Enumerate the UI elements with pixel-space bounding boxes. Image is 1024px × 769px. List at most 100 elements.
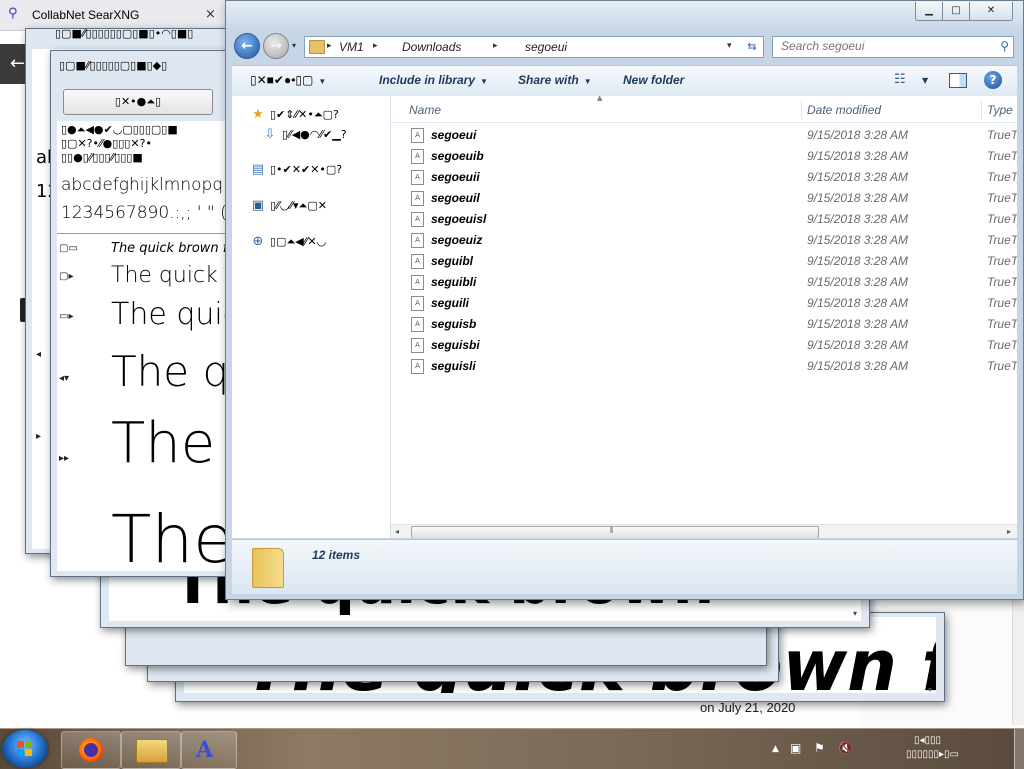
file-row[interactable]: Aseguibli 9/15/2018 3:28 AM TrueType — [391, 271, 1017, 292]
file-row[interactable]: Asegoeuisl 9/15/2018 3:28 AM TrueType — [391, 208, 1017, 229]
explorer-window[interactable]: ▁ □ ✕ ← → ▾ ▸ VM1 ▸ Downloads ▸ segoeui … — [225, 0, 1024, 600]
scroll-down-icon[interactable]: ▾ — [928, 685, 932, 694]
search-icon[interactable]: ⚲ — [1000, 39, 1009, 53]
breadcrumb-separator-icon[interactable]: ▸ — [493, 41, 498, 51]
nav-item-label: ▯⁄⁄◀●◠⁄⁄✔▁? — [282, 128, 347, 141]
change-view-icon[interactable]: ☷ — [894, 72, 906, 87]
file-name: segoeui — [431, 128, 477, 142]
share-with-menu[interactable]: Share with ▼ — [518, 73, 592, 87]
file-row[interactable]: Asegoeuib 9/15/2018 3:28 AM TrueType — [391, 145, 1017, 166]
column-header-date-modified[interactable]: Date modified — [807, 103, 881, 117]
file-type: TrueType — [987, 317, 1017, 331]
recent-pages-dropdown-icon[interactable]: ▾ — [292, 41, 296, 50]
nav-item-label: ▯•✔✕✔✕•▢? — [270, 163, 343, 176]
show-desktop-button[interactable] — [1014, 729, 1024, 769]
file-row[interactable]: Asegoeuil 9/15/2018 3:28 AM TrueType — [391, 187, 1017, 208]
size-icon: ▭▸ — [59, 311, 74, 322]
file-date-modified: 9/15/2018 3:28 AM — [807, 191, 908, 205]
include-in-library-menu[interactable]: Include in library ▼ — [379, 73, 488, 87]
column-divider[interactable] — [981, 100, 982, 120]
star-icon: ★ — [252, 107, 264, 122]
breadcrumb-separator-icon[interactable]: ▸ — [373, 41, 378, 51]
clock-date[interactable]: ▯▯▯▯▯▯▸▯▭ — [906, 749, 959, 760]
font-viewer-icon: A — [196, 737, 214, 763]
maximize-button[interactable]: □ — [942, 2, 970, 21]
start-button[interactable] — [2, 730, 48, 768]
breadcrumb-separator-icon[interactable]: ▸ — [327, 41, 332, 51]
address-bar[interactable]: ▸ VM1 ▸ Downloads ▸ segoeui ▾ ⇆ — [304, 36, 764, 58]
file-row[interactable]: Aseguili 9/15/2018 3:28 AM TrueType — [391, 292, 1017, 313]
search-box[interactable]: ⚲ — [772, 36, 1014, 58]
column-header-name[interactable]: Name — [409, 103, 441, 117]
arrow-right-icon[interactable]: ▸ — [36, 431, 41, 442]
file-date-modified: 9/15/2018 3:28 AM — [807, 359, 908, 373]
volume-muted-icon[interactable]: 🔇 — [838, 741, 853, 755]
nav-item-favorites[interactable]: ★ ▯✔⇕⁄⁄✕•⏶▢? — [232, 105, 390, 125]
scrollbar-thumb[interactable]: ⦀ — [411, 526, 819, 538]
organize-menu[interactable]: ▯✕■✔●•▯▢ ▼ — [250, 73, 326, 87]
horizontal-scrollbar[interactable]: ◂ ⦀ ▸ — [391, 524, 1017, 538]
file-row[interactable]: Aseguisbi 9/15/2018 3:28 AM TrueType — [391, 334, 1017, 355]
font-meta-line: ▯▢✕?•⁄⁄●▯▯▯✕?• — [61, 137, 152, 150]
file-date-modified: 9/15/2018 3:28 AM — [807, 212, 908, 226]
file-row[interactable]: Asegoeui 9/15/2018 3:28 AM TrueType — [391, 124, 1017, 145]
file-type: TrueType — [987, 233, 1017, 247]
forward-button[interactable]: → — [263, 33, 289, 59]
nav-item-libraries[interactable]: ▤ ▯•✔✕✔✕•▢? — [232, 160, 390, 180]
sort-ascending-icon: ▲ — [597, 96, 603, 102]
file-list[interactable]: ▲ Name Date modified Type Asegoeui 9/15/2… — [391, 96, 1017, 538]
column-header-type[interactable]: Type — [987, 103, 1013, 117]
address-dropdown-icon[interactable]: ▾ — [727, 41, 732, 51]
scroll-left-icon[interactable]: ◂ — [395, 527, 399, 536]
action-center-flag-icon[interactable]: ⚑ — [814, 741, 825, 755]
scroll-right-icon[interactable]: ▸ — [1007, 527, 1011, 536]
breadcrumb-segoeui[interactable]: segoeui — [525, 40, 567, 54]
show-hidden-icons-icon[interactable]: ▲ — [772, 744, 779, 754]
command-bar: ▯✕■✔●•▯▢ ▼ Include in library ▼ Share with… — [232, 65, 1017, 97]
back-arrow-icon[interactable]: ← — [10, 53, 25, 74]
breadcrumb-vm1[interactable]: VM1 — [339, 40, 364, 54]
arrow-left-icon[interactable]: ◂ — [36, 349, 41, 360]
file-row[interactable]: Aseguibl 9/15/2018 3:28 AM TrueType — [391, 250, 1017, 271]
font-viewer-title-behind: ▯▢■⁄⁄▯▯▯▯▯▯▢▯■▯•◠▯■▯ — [55, 27, 194, 40]
close-button[interactable]: ✕ — [969, 2, 1013, 21]
taskbar-firefox[interactable] — [61, 731, 121, 769]
print-button[interactable]: ▯✕•●⏶▯ — [63, 89, 213, 115]
new-folder-button[interactable]: New folder — [623, 73, 684, 87]
breadcrumb-downloads[interactable]: Downloads — [402, 40, 461, 54]
file-row[interactable]: Asegoeuii 9/15/2018 3:28 AM TrueType — [391, 166, 1017, 187]
explorer-titlebar[interactable]: ▁ □ ✕ — [226, 1, 1023, 29]
file-row[interactable]: Asegoeuiz 9/15/2018 3:28 AM TrueType — [391, 229, 1017, 250]
column-divider[interactable] — [801, 100, 802, 120]
font-sample-line-60: The — [111, 501, 231, 571]
font-sample-line-18: The quick b — [111, 263, 231, 288]
file-name: seguisbi — [431, 338, 480, 352]
file-name: seguisb — [431, 317, 477, 331]
font-file-icon: A — [411, 170, 424, 185]
preview-pane-icon[interactable] — [949, 73, 967, 88]
minimize-button[interactable]: ▁ — [915, 2, 943, 21]
browser-scrollbar[interactable] — [1012, 600, 1024, 725]
clock-time[interactable]: ▯◂▯▯▯ — [914, 735, 941, 746]
font-sample-line-48: The — [111, 411, 216, 476]
back-button[interactable]: ← — [234, 33, 260, 59]
font-preview-area: ▯●⏶◀●✔◡▢▯▯▯▢▯■ ▯▢✕?•⁄⁄●▯▯▯✕?• ▯▯●▯⁄⁄▯▯▯⁄… — [57, 121, 231, 571]
close-tab-icon[interactable]: × — [205, 7, 216, 22]
taskbar-font-viewer[interactable]: A — [181, 731, 237, 769]
file-row[interactable]: Aseguisli 9/15/2018 3:28 AM TrueType — [391, 355, 1017, 376]
taskbar-explorer[interactable] — [121, 731, 181, 769]
font-file-icon: A — [411, 191, 424, 206]
file-row[interactable]: Aseguisb 9/15/2018 3:28 AM TrueType — [391, 313, 1017, 334]
nav-item-downloads[interactable]: ⇩ ▯⁄⁄◀●◠⁄⁄✔▁? — [232, 125, 390, 145]
network-tray-icon[interactable]: ▣ — [790, 741, 801, 755]
nav-item-network[interactable]: ⊕ ▯▢⏶◀⁄⁄✕◡ — [232, 232, 390, 252]
view-options-dropdown-icon[interactable]: ▼ — [922, 76, 928, 85]
help-button[interactable]: ? — [984, 71, 1002, 89]
refresh-icon[interactable]: ⇆ — [743, 39, 761, 55]
search-input[interactable] — [773, 37, 991, 55]
nav-item-computer[interactable]: ▣ ▯⁄⁄◡⁄⁄▾⏶▢✕ — [232, 196, 390, 216]
scroll-down-icon[interactable]: ▾ — [853, 609, 857, 618]
font-viewer-window-light[interactable]: ▯▢■⁄⁄▯▯▯▯▯▢▯■▯◆▯ ▯✕•●⏶▯ ▯●⏶◀●✔◡▢▯▯▯▢▯■ ▯… — [50, 27, 232, 577]
font-file-icon: A — [411, 128, 424, 143]
divider — [57, 233, 231, 234]
